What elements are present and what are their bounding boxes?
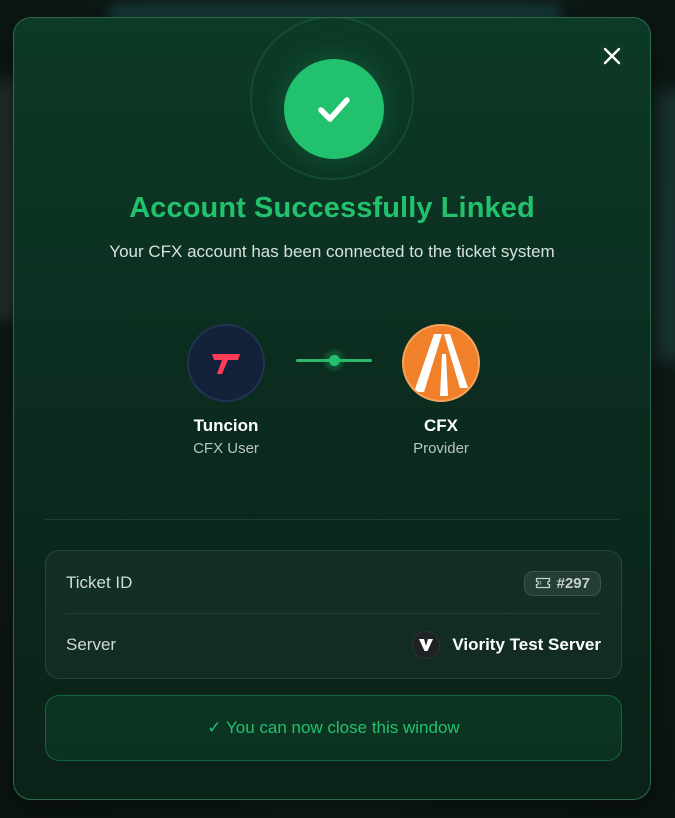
server-row: Server Viority Test Server <box>66 615 601 675</box>
close-window-hint[interactable]: ✓ You can now close this window <box>45 695 622 761</box>
server-logo <box>412 631 441 659</box>
user-name: Tuncion <box>193 416 259 435</box>
modal-subtitle: Your CFX account has been connected to t… <box>109 242 555 261</box>
ticket-id-row: Ticket ID #297 <box>66 553 601 613</box>
server-name: Viority Test Server <box>452 635 601 654</box>
server-label: Server <box>66 635 117 654</box>
blurred-background-right <box>655 90 675 360</box>
cfx-logo-icon <box>414 334 468 396</box>
user-avatar <box>187 324 265 402</box>
link-connector-dot <box>329 355 340 366</box>
ticket-id-badge: #297 <box>523 570 601 596</box>
ticket-id-label: Ticket ID <box>66 573 133 592</box>
success-badge <box>284 59 384 159</box>
section-divider <box>45 519 619 520</box>
provider-name: CFX <box>424 416 458 435</box>
viority-logo-icon <box>419 639 434 651</box>
server-value: Viority Test Server <box>412 631 601 659</box>
user-role: CFX User <box>193 440 259 457</box>
ticket-icon <box>535 577 550 589</box>
close-icon <box>603 47 621 65</box>
provider-role: Provider <box>413 440 469 457</box>
check-icon <box>318 97 350 122</box>
ticket-id-value: #297 <box>556 574 590 592</box>
details-separator <box>66 613 601 614</box>
ticket-details-card: Ticket ID #297 Server Viority Test Serve… <box>45 550 622 679</box>
tuncion-logo-icon <box>212 354 240 374</box>
link-success-modal: Account Successfully Linked Your CFX acc… <box>13 17 651 800</box>
modal-title: Account Successfully Linked <box>129 192 535 224</box>
close-button[interactable] <box>600 44 624 68</box>
provider-avatar <box>402 324 480 402</box>
